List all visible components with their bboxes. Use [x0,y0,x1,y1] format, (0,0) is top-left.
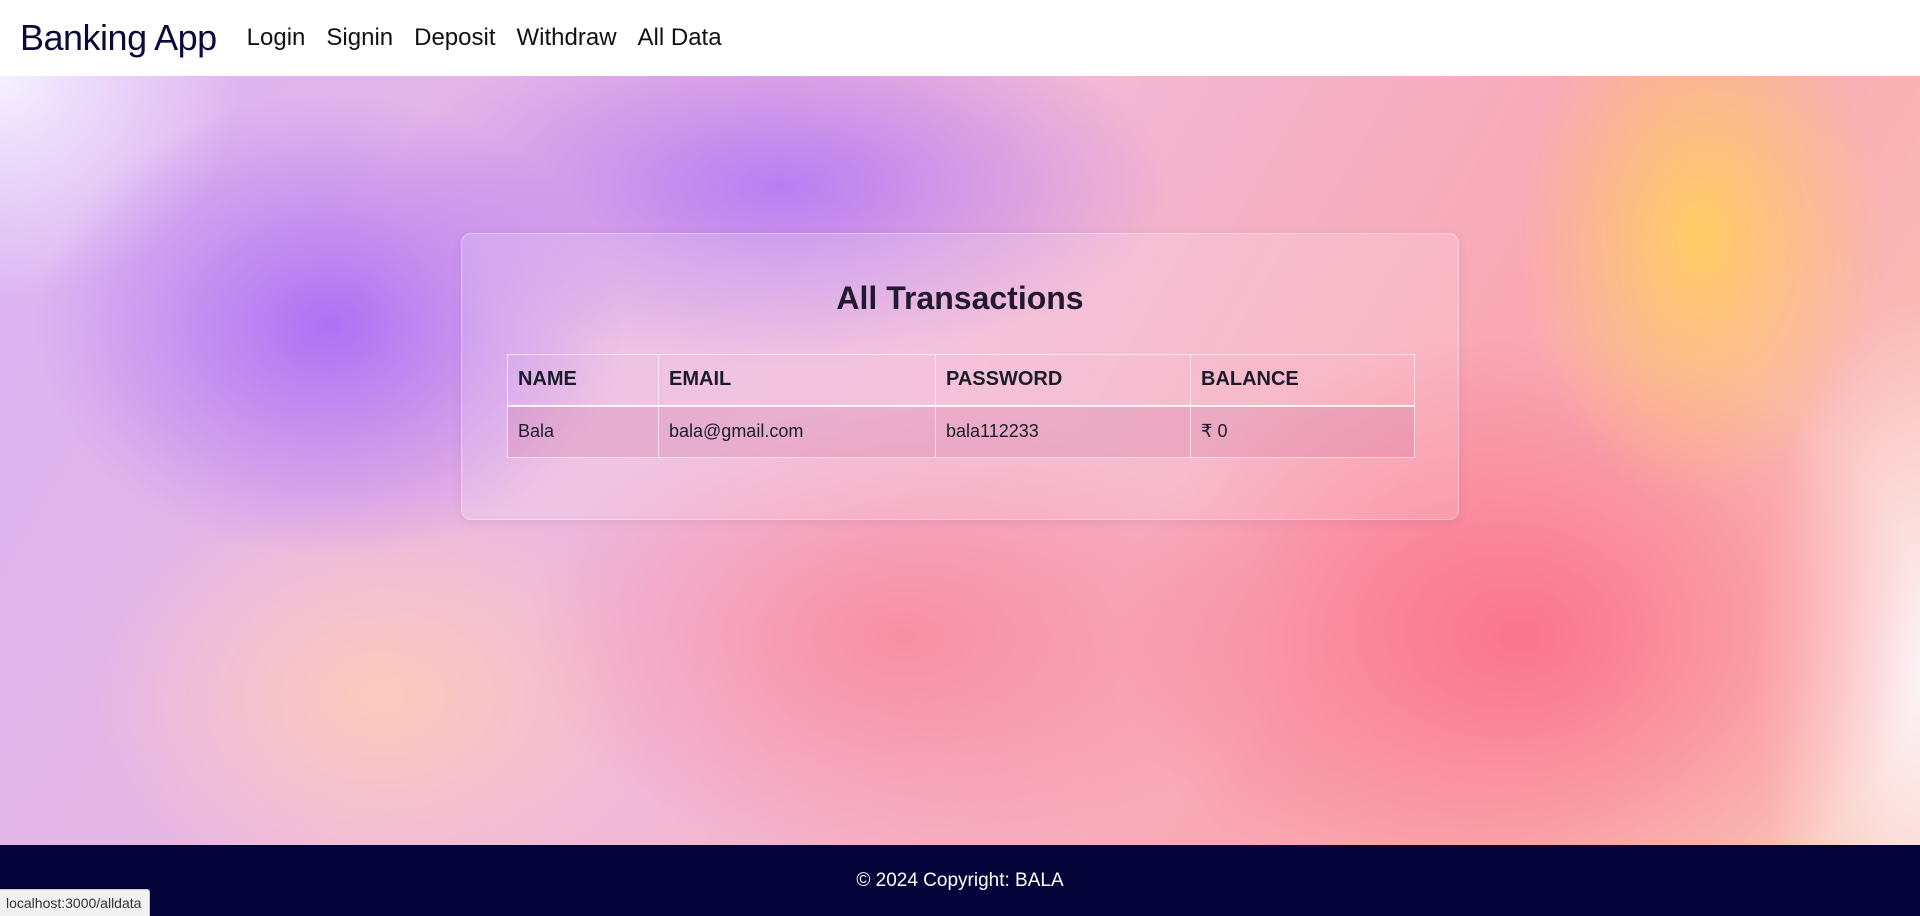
column-header-email: EMAIL [658,354,936,406]
brand-link[interactable]: Banking App [20,17,217,59]
cell-password: bala112233 [935,405,1191,458]
status-bar-url: localhost:3000/alldata [0,889,151,916]
hero-background: All Transactions NAME EMAIL PASSWORD BAL… [0,76,1920,845]
cell-balance: ₹ 0 [1190,405,1415,458]
nav-link-all-data[interactable]: All Data [638,24,722,52]
copyright-text: © 2024 Copyright: BALA [856,869,1064,891]
table-row: Bala bala@gmail.com bala112233 ₹ 0 [507,405,1415,458]
footer: © 2024 Copyright: BALA [0,845,1920,916]
page-title: All Transactions [836,280,1084,316]
cell-name: Bala [507,405,659,458]
nav-link-signin[interactable]: Signin [326,24,393,52]
table-header-row: NAME EMAIL PASSWORD BALANCE [507,354,1415,406]
column-header-balance: BALANCE [1190,354,1415,406]
transactions-card: All Transactions NAME EMAIL PASSWORD BAL… [461,233,1459,520]
transactions-table: NAME EMAIL PASSWORD BALANCE Bala bala@gm… [507,354,1415,458]
cell-email: bala@gmail.com [658,405,936,458]
nav-link-deposit[interactable]: Deposit [414,24,495,52]
navbar: Banking App Login Signin Deposit Withdra… [0,0,1920,76]
nav-link-withdraw[interactable]: Withdraw [517,24,617,52]
nav-link-login[interactable]: Login [247,24,306,52]
column-header-password: PASSWORD [935,354,1191,406]
column-header-name: NAME [507,354,659,406]
